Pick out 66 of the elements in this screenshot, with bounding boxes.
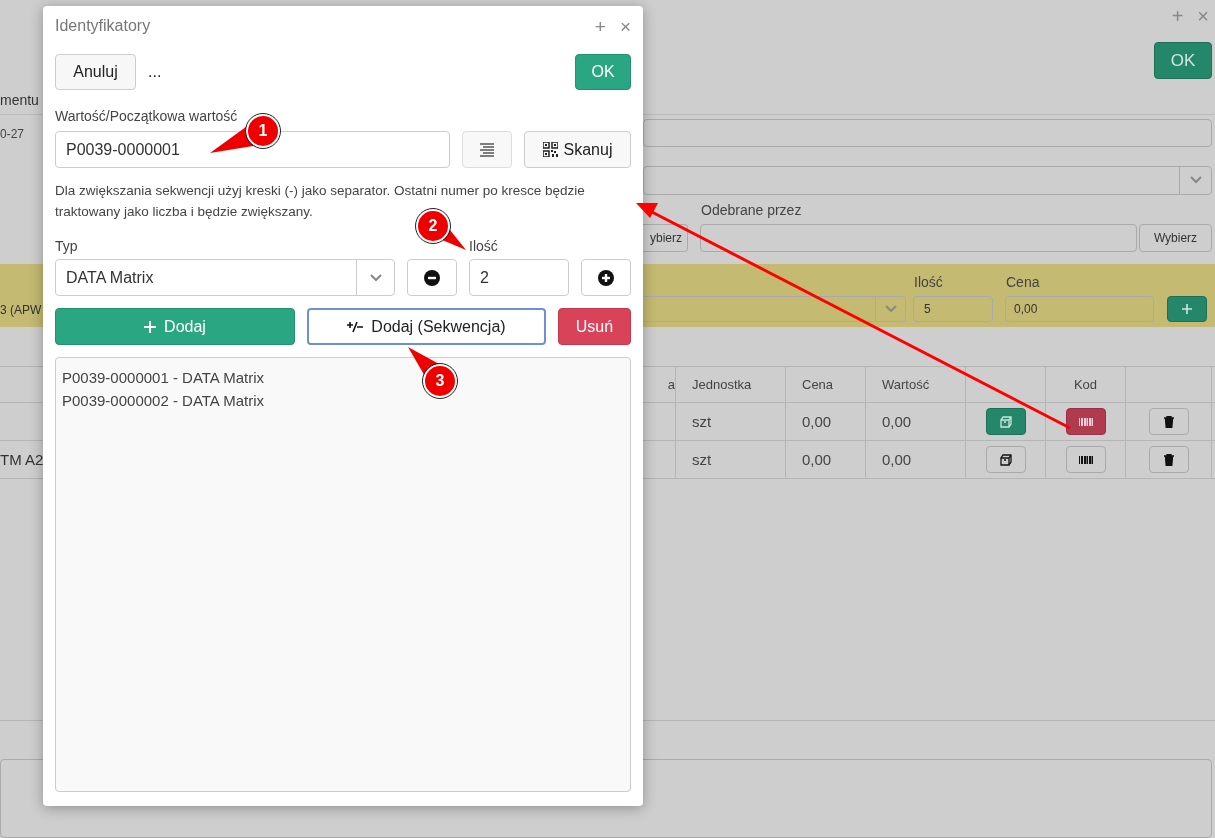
field-label: Wartość/Początkowa wartość <box>55 107 239 126</box>
table-cell-text: szt <box>692 411 712 432</box>
quantity-field[interactable]: 5 <box>913 295 993 322</box>
remove-button[interactable]: Usuń <box>558 308 631 345</box>
field-label: Odebrane przez <box>701 201 802 221</box>
box-icon <box>999 453 1012 466</box>
table-cell-text: 0,00 <box>802 449 832 470</box>
column-header: Jednostka <box>692 376 752 395</box>
barcode-icon <box>1078 417 1093 426</box>
add-sequence-button[interactable]: Dodaj (Sekwencja) <box>307 308 546 345</box>
stock-button[interactable] <box>985 446 1026 474</box>
input-field[interactable] <box>700 223 1137 252</box>
field-label: Typ <box>55 237 79 254</box>
delete-button[interactable] <box>1148 408 1189 436</box>
barcode-button[interactable] <box>1065 446 1106 474</box>
table-cell-text: 0,00 <box>802 411 832 432</box>
increase-button[interactable] <box>581 259 631 296</box>
plus-icon <box>144 320 157 333</box>
list-item[interactable]: P0039-0000002 - DATA Matrix <box>62 389 265 412</box>
barcode-icon <box>1078 455 1093 464</box>
minus-circle-icon <box>424 269 440 286</box>
list-item[interactable]: P0039-0000001 - DATA Matrix <box>62 366 265 389</box>
table-cell-text: szt <box>692 449 712 470</box>
plus-minus-icon <box>347 320 364 333</box>
dialog-control[interactable]: + <box>594 16 606 36</box>
box-icon <box>999 415 1012 428</box>
field-label: mentu <box>0 91 39 110</box>
dialog-title: Identyfikatory <box>55 16 152 36</box>
column-header: Cena <box>802 376 834 395</box>
field-label: Ilość <box>914 272 944 292</box>
column-header: Wartość <box>882 376 930 395</box>
table-cell-text: 0,00 <box>882 449 912 470</box>
chevron-down-icon <box>884 304 897 313</box>
qr-code-icon <box>542 142 558 157</box>
select-field[interactable] <box>643 165 1212 195</box>
add-button[interactable] <box>1167 295 1207 322</box>
chevron-down-icon <box>1189 176 1202 185</box>
plus-icon <box>1182 303 1192 314</box>
align-icon <box>479 142 495 157</box>
more-button[interactable]: ... <box>148 60 162 84</box>
delete-button[interactable] <box>1148 446 1189 474</box>
table-cell-text: TM A2 <box>0 449 43 470</box>
choose-button[interactable]: Wybierz <box>1139 223 1212 252</box>
field-label: Ilość <box>469 237 498 254</box>
cancel-button[interactable]: Anuluj <box>55 54 136 90</box>
stock-button[interactable] <box>985 408 1026 436</box>
format-button[interactable] <box>462 131 512 168</box>
chevron-down-icon <box>369 273 382 282</box>
field-label: Cena <box>1006 272 1040 292</box>
table-cell-text: 0,00 <box>882 411 912 432</box>
product-value: 3 (APW <box>0 302 42 317</box>
decrease-button[interactable] <box>407 259 457 296</box>
quantity-field[interactable]: 2 <box>469 259 569 296</box>
price-field[interactable]: 0,00 <box>1005 295 1154 322</box>
input-field[interactable] <box>643 118 1212 147</box>
select-field[interactable] <box>643 295 906 322</box>
column-header: a <box>667 376 675 395</box>
column-header: Kod <box>1073 376 1098 395</box>
scan-button[interactable]: Skanuj <box>524 131 631 168</box>
type-select[interactable]: DATA Matrix <box>55 259 395 296</box>
barcode-button[interactable] <box>1065 408 1106 436</box>
dialog-control[interactable]: × <box>619 16 631 36</box>
plus-circle-icon <box>598 269 614 286</box>
trash-icon <box>1163 415 1174 428</box>
trash-icon <box>1163 453 1174 466</box>
date-value: 0-27 <box>0 126 25 141</box>
